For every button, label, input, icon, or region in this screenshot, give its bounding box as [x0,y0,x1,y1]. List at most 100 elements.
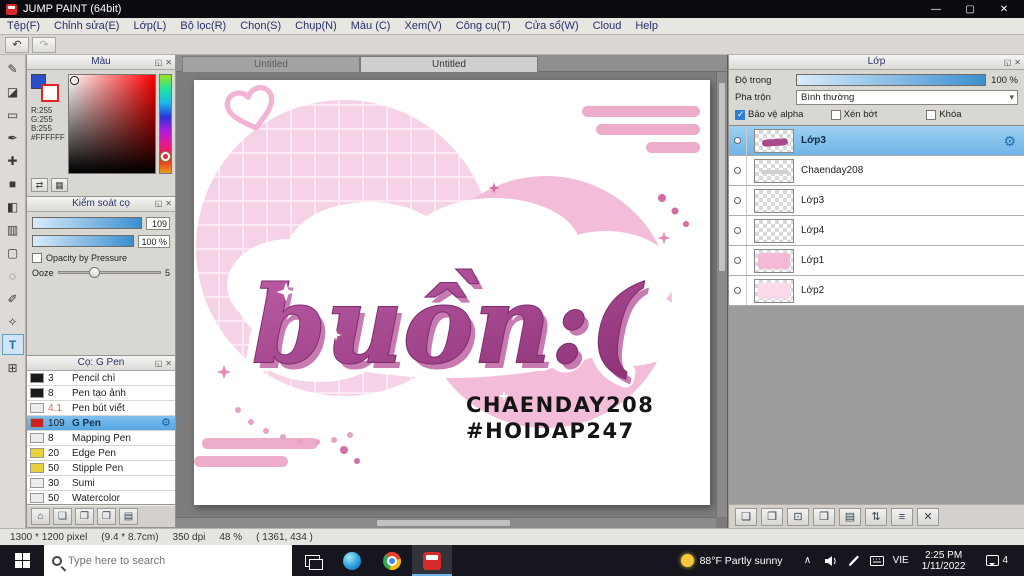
menu-item[interactable]: Tệp(F) [0,20,47,32]
menu-item[interactable]: Chụp(N) [288,20,344,32]
layer-option-checkbox[interactable] [735,109,745,120]
brush-list-item[interactable]: 20 Edge Pen [27,446,175,461]
panel-close-icon[interactable]: ✕ [165,357,172,371]
move-tool[interactable]: ✚ [2,150,24,171]
layer-option-checkbox[interactable] [926,109,937,120]
menu-item[interactable]: Chỉnh sửa(E) [47,20,126,32]
panel-popout-icon[interactable]: ◱ [155,56,163,70]
layer-row[interactable]: Chaenday208 ⚙ [729,156,1024,186]
menu-item[interactable]: Cloud [586,20,629,32]
tray-chevron-icon[interactable]: ∧ [801,555,815,566]
brush-list-item[interactable]: 50 Stipple Pen [27,461,175,476]
panel-close-icon[interactable]: ✕ [1014,56,1021,70]
ooze-slider-handle[interactable] [88,267,100,279]
layer-duplicate-button[interactable]: ❐ [761,507,783,526]
canvas-horizontal-scrollbar[interactable] [176,517,716,528]
brush-import-button[interactable]: ❒ [97,508,116,525]
minimize-button[interactable]: — [922,4,950,15]
layer-visibility-toggle[interactable] [729,246,747,275]
saturation-value-picker[interactable] [68,74,156,174]
pen-icon[interactable] [847,555,861,567]
layer-merge-button[interactable]: ≡ [891,507,913,526]
text-tool[interactable]: T [1,334,24,355]
weather-widget[interactable]: 88°F Partly sunny [671,545,793,576]
brush-opacity-slider[interactable] [32,235,135,248]
menu-item[interactable]: Lớp(L) [126,20,173,32]
hue-slider[interactable] [159,74,172,174]
keyboard-icon[interactable] [869,555,884,566]
canvas-artwork[interactable]: buồn:( buồn:( buồn:(CHAENDAY208 #HOIDAP… [194,80,710,505]
jump-paint-taskbar-button[interactable] [412,545,452,576]
select-tool[interactable]: ▢ [2,242,24,263]
sv-marker[interactable] [71,77,78,84]
rect-tool[interactable]: ▭ [2,104,24,125]
redo-button[interactable]: ↷ [32,36,56,53]
layer-visibility-toggle[interactable] [729,186,747,215]
brush-home-button[interactable]: ⌂ [31,508,50,525]
panel-popout-icon[interactable]: ◱ [155,197,163,211]
layer-visibility-toggle[interactable] [729,156,747,185]
opacity-by-pressure-checkbox[interactable] [32,252,42,263]
ooze-slider[interactable] [57,267,161,279]
color-palette-button[interactable]: ▦ [51,178,68,192]
zoom-grid-tool[interactable]: ⊞ [2,357,24,378]
menu-item[interactable]: Help [628,20,665,32]
layer-option[interactable]: Khóa [926,109,1018,120]
taskbar-search[interactable] [44,545,292,576]
ink-pen-tool[interactable]: ✒ [2,127,24,148]
canvas-paper[interactable]: buồn:( buồn:( buồn:(CHAENDAY208 #HOIDAP… [194,80,710,505]
fg-bg-swatches[interactable] [31,74,61,102]
layer-settings-gear-icon[interactable]: ⚙ [1003,133,1016,150]
menu-item[interactable]: Chọn(S) [233,20,288,32]
brush-list-item[interactable]: 30 Sumi [27,476,175,491]
layer-option-checkbox[interactable] [830,109,841,120]
task-view-button[interactable] [292,545,332,576]
edge-taskbar-button[interactable] [332,545,372,576]
brush-list-item[interactable]: 8 Mapping Pen [27,431,175,446]
vertical-scroll-thumb[interactable] [718,82,726,272]
chrome-taskbar-button[interactable] [372,545,412,576]
lasso-select-tool[interactable]: ◌ [2,265,24,286]
brush-new-button[interactable]: ❏ [53,508,72,525]
brush-list-item[interactable]: 4.1 Pen bút viết [27,401,175,416]
layer-row[interactable]: Lớp2 ⚙ [729,276,1024,306]
layer-visibility-toggle[interactable] [729,126,747,155]
layer-folder-button[interactable]: ▤ [839,507,861,526]
foreground-color-swatch[interactable] [41,84,59,102]
select-pen-tool[interactable]: ✐ [2,288,24,309]
brush-list-item[interactable]: 50 Watercolor [27,491,175,504]
layer-option[interactable]: Xén bớt [830,109,923,120]
layer-delete-button[interactable]: ✕ [917,507,939,526]
pen-tool[interactable]: ✎ [2,58,24,79]
horizontal-scroll-thumb[interactable] [376,519,511,527]
layer-add-folder-button[interactable]: ❒ [813,507,835,526]
maximize-button[interactable]: ▢ [956,4,984,15]
hue-marker[interactable] [161,152,170,161]
layer-row[interactable]: Lớp3 ⚙ [729,126,1024,156]
action-center-button[interactable]: 4 [978,555,1016,566]
document-tab[interactable]: Untitled [182,56,360,72]
canvas-viewport[interactable]: buồn:( buồn:( buồn:(CHAENDAY208 #HOIDAP… [176,72,716,517]
brush-list-item[interactable]: 109 G Pen [27,416,175,431]
search-input[interactable] [68,554,284,567]
close-button[interactable]: ✕ [990,4,1018,15]
canvas-vertical-scrollbar[interactable] [716,72,727,517]
color-swap-button[interactable]: ⇄ [31,178,48,192]
magic-wand-tool[interactable]: ✧ [2,311,24,332]
menu-item[interactable]: Công cụ(T) [449,20,518,32]
layer-visibility-toggle[interactable] [729,276,747,305]
panel-close-icon[interactable]: ✕ [165,197,172,211]
layer-option[interactable]: Bảo vệ alpha [735,109,827,120]
eraser-tool[interactable]: ◪ [2,81,24,102]
menu-item[interactable]: Cửa sổ(W) [518,20,586,32]
layer-transfer-button[interactable]: ⇅ [865,507,887,526]
layer-row[interactable]: Lớp3 ⚙ [729,186,1024,216]
menu-item[interactable]: Bộ lọc(R) [173,20,233,32]
document-tab[interactable]: Untitled [360,56,538,72]
start-button[interactable] [0,545,44,576]
shape-tool[interactable]: ■ [2,173,24,194]
brush-opacity-value[interactable]: 100 % [138,234,170,248]
brush-duplicate-button[interactable]: ❐ [75,508,94,525]
language-indicator[interactable]: VIE [893,555,909,566]
volume-icon[interactable] [824,555,838,567]
